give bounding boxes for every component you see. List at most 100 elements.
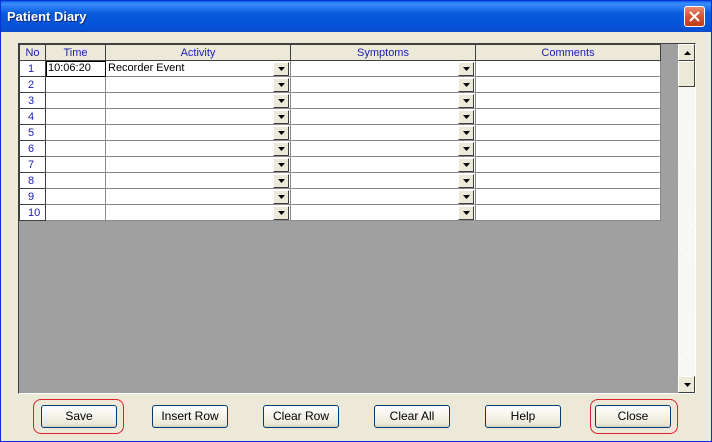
- comments-cell[interactable]: [475, 108, 661, 125]
- activity-cell[interactable]: [105, 156, 291, 173]
- symptoms-dropdown-button[interactable]: [458, 126, 474, 140]
- column-header-no[interactable]: No: [19, 44, 46, 61]
- time-cell[interactable]: [45, 92, 106, 109]
- table-row: 1 10:06:20 Recorder Event: [19, 60, 661, 77]
- row-number[interactable]: 2: [19, 76, 46, 93]
- activity-cell[interactable]: [105, 204, 291, 221]
- time-cell[interactable]: [45, 188, 106, 205]
- comments-cell[interactable]: [475, 204, 661, 221]
- table-row: 6: [19, 140, 661, 157]
- scroll-thumb[interactable]: [678, 61, 695, 87]
- symptoms-cell[interactable]: [290, 188, 476, 205]
- title-bar[interactable]: Patient Diary: [1, 1, 711, 32]
- column-header-time[interactable]: Time: [45, 44, 106, 61]
- time-cell[interactable]: [45, 156, 106, 173]
- symptoms-dropdown-button[interactable]: [458, 78, 474, 92]
- dropdown-arrow-icon: [463, 67, 470, 71]
- clear-row-button[interactable]: Clear Row: [263, 405, 339, 428]
- scroll-down-button[interactable]: [678, 376, 695, 393]
- time-cell[interactable]: [45, 124, 106, 141]
- scroll-up-button[interactable]: [678, 44, 695, 61]
- row-number[interactable]: 10: [19, 204, 46, 221]
- dropdown-arrow-icon: [278, 147, 285, 151]
- symptoms-dropdown-button[interactable]: [458, 94, 474, 108]
- help-button[interactable]: Help: [485, 405, 561, 428]
- symptoms-dropdown-button[interactable]: [458, 206, 474, 220]
- dropdown-arrow-icon: [278, 99, 285, 103]
- row-number[interactable]: 8: [19, 172, 46, 189]
- insert-row-button[interactable]: Insert Row: [152, 405, 228, 428]
- activity-cell[interactable]: [105, 188, 291, 205]
- activity-dropdown-button[interactable]: [273, 110, 289, 124]
- row-number[interactable]: 5: [19, 124, 46, 141]
- close-button[interactable]: Close: [595, 405, 671, 428]
- time-cell[interactable]: [45, 76, 106, 93]
- save-button[interactable]: Save: [41, 405, 117, 428]
- table-row: 3: [19, 92, 661, 109]
- symptoms-cell[interactable]: [290, 60, 476, 77]
- column-header-symptoms[interactable]: Symptoms: [290, 44, 476, 61]
- row-number[interactable]: 3: [19, 92, 46, 109]
- comments-cell[interactable]: [475, 124, 661, 141]
- activity-cell[interactable]: [105, 124, 291, 141]
- activity-dropdown-button[interactable]: [273, 190, 289, 204]
- comments-cell[interactable]: [475, 156, 661, 173]
- activity-dropdown-button[interactable]: [273, 126, 289, 140]
- time-cell[interactable]: [45, 204, 106, 221]
- time-cell[interactable]: 10:06:20: [45, 60, 106, 77]
- column-header-activity[interactable]: Activity: [105, 44, 291, 61]
- symptoms-dropdown-button[interactable]: [458, 190, 474, 204]
- activity-dropdown-button[interactable]: [273, 158, 289, 172]
- activity-dropdown-button[interactable]: [273, 78, 289, 92]
- activity-cell[interactable]: [105, 140, 291, 157]
- row-number[interactable]: 1: [19, 60, 46, 77]
- patient-diary-window: Patient Diary No Time Activity Symptoms: [0, 0, 712, 442]
- dropdown-arrow-icon: [278, 211, 285, 215]
- table-row: 2: [19, 76, 661, 93]
- dropdown-arrow-icon: [463, 147, 470, 151]
- comments-cell[interactable]: [475, 172, 661, 189]
- activity-dropdown-button[interactable]: [273, 62, 289, 76]
- symptoms-cell[interactable]: [290, 172, 476, 189]
- table-row: 9: [19, 188, 661, 205]
- activity-dropdown-button[interactable]: [273, 94, 289, 108]
- activity-dropdown-button[interactable]: [273, 142, 289, 156]
- activity-cell[interactable]: [105, 108, 291, 125]
- symptoms-cell[interactable]: [290, 124, 476, 141]
- activity-cell[interactable]: [105, 92, 291, 109]
- time-cell[interactable]: [45, 140, 106, 157]
- row-number[interactable]: 6: [19, 140, 46, 157]
- comments-cell[interactable]: [475, 60, 661, 77]
- symptoms-dropdown-button[interactable]: [458, 62, 474, 76]
- symptoms-cell[interactable]: [290, 140, 476, 157]
- activity-cell[interactable]: [105, 172, 291, 189]
- symptoms-dropdown-button[interactable]: [458, 142, 474, 156]
- time-cell[interactable]: [45, 108, 106, 125]
- column-header-comments[interactable]: Comments: [475, 44, 661, 61]
- activity-cell[interactable]: [105, 76, 291, 93]
- activity-dropdown-button[interactable]: [273, 174, 289, 188]
- symptoms-cell[interactable]: [290, 156, 476, 173]
- row-number[interactable]: 4: [19, 108, 46, 125]
- symptoms-cell[interactable]: [290, 92, 476, 109]
- vertical-scrollbar[interactable]: [678, 44, 695, 393]
- time-cell[interactable]: [45, 172, 106, 189]
- symptoms-cell[interactable]: [290, 204, 476, 221]
- symptoms-cell[interactable]: [290, 108, 476, 125]
- symptoms-dropdown-button[interactable]: [458, 174, 474, 188]
- comments-cell[interactable]: [475, 76, 661, 93]
- comments-cell[interactable]: [475, 188, 661, 205]
- activity-dropdown-button[interactable]: [273, 206, 289, 220]
- symptoms-dropdown-button[interactable]: [458, 158, 474, 172]
- dropdown-arrow-icon: [463, 211, 470, 215]
- window-close-button[interactable]: [684, 6, 705, 27]
- clear-all-button[interactable]: Clear All: [374, 405, 450, 428]
- table-row: 8: [19, 172, 661, 189]
- comments-cell[interactable]: [475, 140, 661, 157]
- symptoms-dropdown-button[interactable]: [458, 110, 474, 124]
- row-number[interactable]: 7: [19, 156, 46, 173]
- symptoms-cell[interactable]: [290, 76, 476, 93]
- comments-cell[interactable]: [475, 92, 661, 109]
- activity-cell[interactable]: Recorder Event: [105, 60, 291, 77]
- row-number[interactable]: 9: [19, 188, 46, 205]
